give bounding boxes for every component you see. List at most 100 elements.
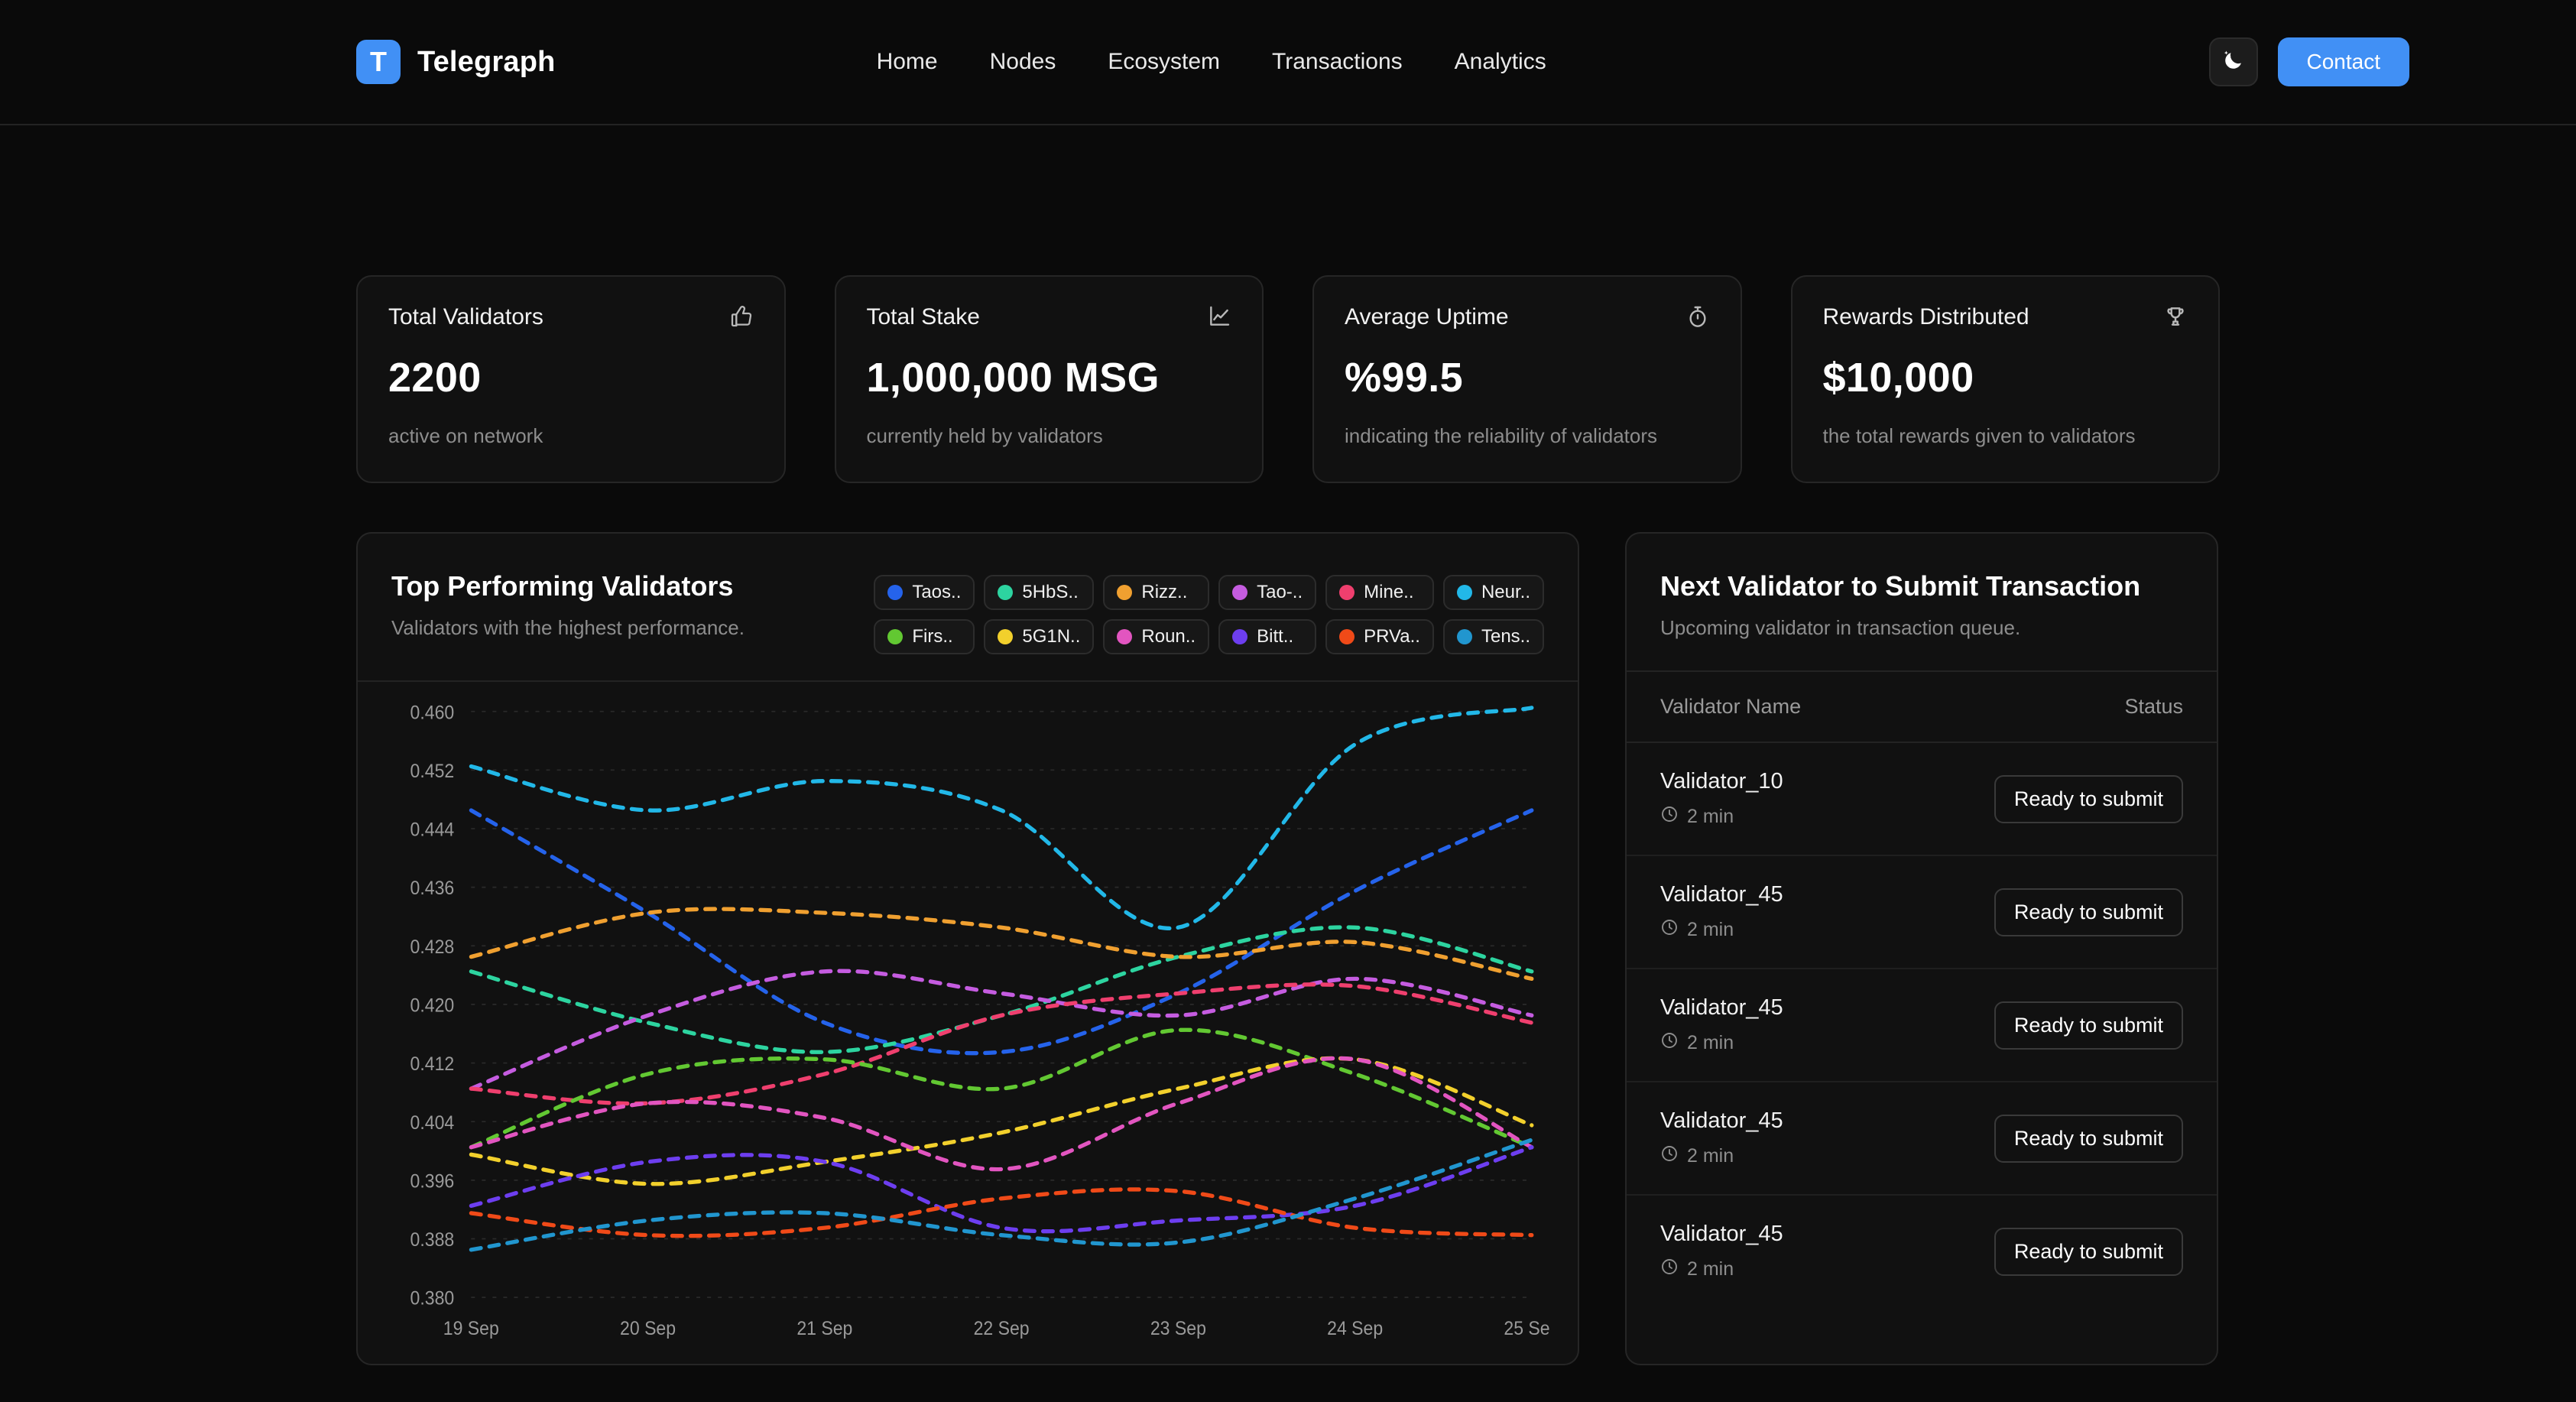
legend-color-dot xyxy=(1339,629,1355,644)
column-header-validator-name: Validator Name xyxy=(1660,695,1802,718)
queue-row: Validator_45 2 min Ready to submit xyxy=(1627,969,2217,1082)
nav-item-ecosystem[interactable]: Ecosystem xyxy=(1108,49,1220,75)
stats-grid: Total Validators 2200 active on network Tot… xyxy=(356,275,2220,483)
ready-to-submit-button[interactable]: Ready to submit xyxy=(1994,1114,2183,1163)
theme-toggle-button[interactable] xyxy=(2208,37,2258,86)
validator-name: Validator_45 xyxy=(1660,882,1783,907)
chart-title: Top Performing Validators xyxy=(391,570,734,602)
x-axis-tick-label: 21 Sep xyxy=(796,1319,852,1340)
stat-value: 2200 xyxy=(388,355,482,401)
ready-to-submit-button[interactable]: Ready to submit xyxy=(1994,774,2183,823)
legend-color-dot xyxy=(1232,585,1248,600)
thumbs-up-icon xyxy=(729,304,754,333)
stat-subtitle: indicating the reliability of validators xyxy=(1345,424,1657,447)
main-navigation: Home Nodes Ecosystem Transactions Analytics xyxy=(877,49,1546,75)
queue-row-info: Validator_45 2 min xyxy=(1660,1222,1783,1281)
header-actions: Contact xyxy=(2208,37,2522,86)
queue-row-time: 2 min xyxy=(1660,918,1783,942)
legend-item-5g1n[interactable]: 5G1N.. xyxy=(984,619,1095,654)
legend-item-tao[interactable]: Tao-.. xyxy=(1218,575,1317,610)
clock-icon xyxy=(1660,918,1679,942)
legend-color-dot xyxy=(887,629,904,644)
y-axis-tick-label: 0.404 xyxy=(410,1112,455,1134)
time-value: 2 min xyxy=(1687,919,1734,940)
logo-mark: T xyxy=(356,40,401,84)
y-axis-tick-label: 0.420 xyxy=(410,995,455,1017)
stat-card-top: Rewards Distributed xyxy=(1823,304,2188,333)
legend-item-neur[interactable]: Neur.. xyxy=(1442,575,1544,610)
legend-item-bitt[interactable]: Bitt.. xyxy=(1218,619,1317,654)
queue-row: Validator_10 2 min Ready to submit xyxy=(1627,743,2217,856)
legend-label: Tao-.. xyxy=(1257,582,1303,602)
ready-to-submit-button[interactable]: Ready to submit xyxy=(1994,1227,2183,1276)
line-chart-icon xyxy=(1207,304,1231,333)
y-axis-tick-label: 0.428 xyxy=(410,936,455,958)
stat-title: Total Validators xyxy=(388,304,543,329)
y-axis-tick-label: 0.380 xyxy=(410,1288,455,1310)
validator-name: Validator_45 xyxy=(1660,1108,1783,1133)
stat-card-top: Total Stake xyxy=(867,304,1232,333)
chart-plot-area: 0.460 0.452 0.444 0.436 0.428 0.420 0.412 0.404… xyxy=(358,682,1578,1364)
app-header: T Telegraph Home Nodes Ecosystem Transactio… xyxy=(0,0,2576,125)
clock-icon xyxy=(1660,1031,1679,1055)
stat-value: %99.5 xyxy=(1345,355,1464,401)
y-axis-tick-label: 0.452 xyxy=(410,761,455,782)
legend-color-dot xyxy=(1339,585,1355,600)
chart-series-line xyxy=(469,1027,1534,1150)
queue-row-info: Validator_10 2 min xyxy=(1660,769,1783,829)
stat-card-top: Average Uptime xyxy=(1345,304,1710,333)
chart-series-line xyxy=(469,1187,1534,1238)
legend-color-dot xyxy=(887,585,904,600)
clock-icon xyxy=(1660,805,1679,829)
stat-card-rewards-distributed: Rewards Distributed $10,000 the total rewa… xyxy=(1790,275,2220,483)
ready-to-submit-button[interactable]: Ready to submit xyxy=(1994,1001,2183,1050)
chart-series-line xyxy=(469,969,1534,1091)
legend-label: Bitt.. xyxy=(1257,626,1294,647)
legend-item-mine[interactable]: Mine.. xyxy=(1325,575,1434,610)
queue-row-info: Validator_45 2 min xyxy=(1660,882,1783,942)
time-value: 2 min xyxy=(1687,1032,1734,1053)
legend-item-roun[interactable]: Roun.. xyxy=(1103,619,1210,654)
stat-card-total-validators: Total Validators 2200 active on network xyxy=(356,275,786,483)
legend-item-tens[interactable]: Tens.. xyxy=(1442,619,1544,654)
queue-row: Validator_45 2 min Ready to submit xyxy=(1627,1196,2217,1307)
brand-name: Telegraph xyxy=(417,45,556,78)
line-chart: 0.460 0.452 0.444 0.436 0.428 0.420 0.412 0.404… xyxy=(410,703,1550,1340)
legend-label: Neur.. xyxy=(1481,582,1530,602)
x-axis-tick-label: 23 Sep xyxy=(1150,1319,1206,1340)
queue-rows: Validator_10 2 min Ready to submit Validato… xyxy=(1627,743,2217,1307)
nav-item-nodes[interactable]: Nodes xyxy=(990,49,1056,75)
legend-label: Rizz.. xyxy=(1141,582,1188,602)
validator-name: Validator_45 xyxy=(1660,995,1783,1020)
stat-title: Average Uptime xyxy=(1345,304,1509,329)
queue-row-info: Validator_45 2 min xyxy=(1660,1108,1783,1168)
legend-item-5hbs[interactable]: 5HbS.. xyxy=(984,575,1095,610)
time-value: 2 min xyxy=(1687,1145,1734,1167)
nav-item-transactions[interactable]: Transactions xyxy=(1272,49,1403,75)
legend-item-firs[interactable]: Firs.. xyxy=(874,619,975,654)
x-axis-tick-label: 19 Sep xyxy=(443,1319,499,1340)
legend-item-prva[interactable]: PRVa.. xyxy=(1325,619,1434,654)
ready-to-submit-button[interactable]: Ready to submit xyxy=(1994,888,2183,936)
chart-legend: Taos.. 5HbS.. Rizz.. Tao-.. Mine.. Neur.. Firs… xyxy=(874,570,1544,654)
top-validators-card: Top Performing Validators Validators wit… xyxy=(356,532,1579,1365)
nav-item-home[interactable]: Home xyxy=(877,49,938,75)
legend-item-taos[interactable]: Taos.. xyxy=(874,575,975,610)
contact-button[interactable]: Contact xyxy=(2277,37,2409,86)
legend-color-dot xyxy=(998,585,1014,600)
legend-label: Taos.. xyxy=(912,582,962,602)
queue-row-info: Validator_45 2 min xyxy=(1660,995,1783,1055)
stat-title: Total Stake xyxy=(866,304,980,329)
legend-item-rizz[interactable]: Rizz.. xyxy=(1103,575,1210,610)
nav-item-analytics[interactable]: Analytics xyxy=(1455,49,1546,75)
legend-label: 5G1N.. xyxy=(1022,626,1081,647)
clock-icon xyxy=(1660,1144,1679,1168)
x-axis-tick-label: 20 Sep xyxy=(620,1319,676,1340)
queue-header: Next Validator to Submit Transaction Upc… xyxy=(1627,534,2217,670)
queue-row-time: 2 min xyxy=(1660,1031,1783,1055)
time-value: 2 min xyxy=(1687,1258,1734,1280)
queue-column-headers: Validator Name Status xyxy=(1627,670,2217,743)
legend-label: Mine.. xyxy=(1364,582,1414,602)
brand-logo[interactable]: T Telegraph xyxy=(356,40,556,84)
queue-row: Validator_45 2 min Ready to submit xyxy=(1627,856,2217,969)
